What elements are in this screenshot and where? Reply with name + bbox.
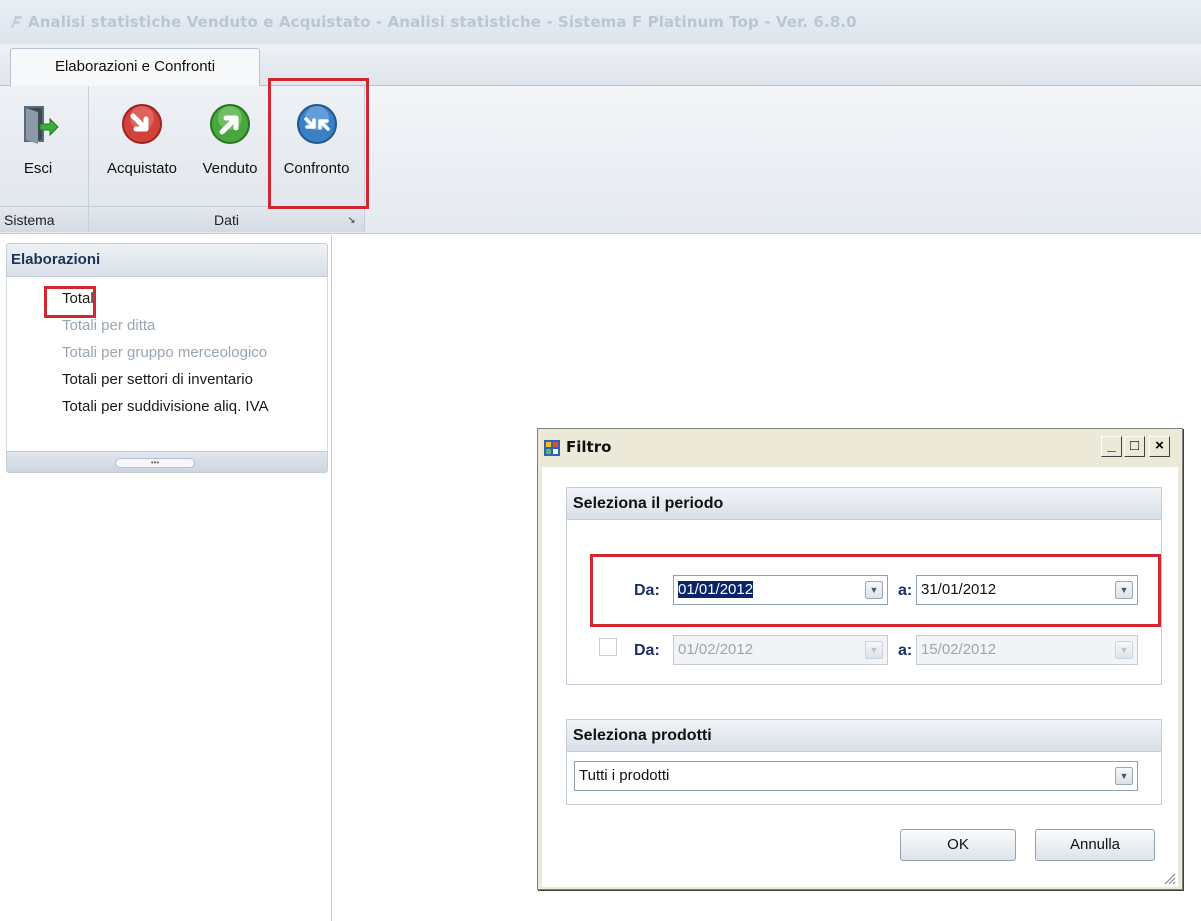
chevron-down-icon: ▼ [865, 641, 883, 659]
highlight-period-row [590, 554, 1161, 627]
venduto-button[interactable]: Venduto [192, 86, 268, 204]
second-period-checkbox[interactable] [599, 638, 617, 656]
chevron-down-icon: ▼ [1115, 641, 1133, 659]
to-date-2-value: 15/02/2012 [921, 641, 997, 658]
products-section-header: Seleziona prodotti [567, 720, 1161, 752]
panel-resize-grip[interactable]: ••• [115, 458, 195, 468]
filtro-dialog: Filtro _ □ × Seleziona il periodo Da: 01… [537, 428, 1183, 890]
from-label-2: Da: [634, 642, 660, 659]
exit-door-icon [24, 106, 59, 144]
ok-button[interactable]: OK [900, 829, 1016, 861]
annulla-button[interactable]: Annulla [1035, 829, 1155, 861]
title-bar: Analisi statistiche Venduto e Acquistato… [0, 0, 1201, 44]
form-window-icon [544, 440, 560, 456]
window-title: Analisi statistiche Venduto e Acquistato… [28, 13, 857, 31]
highlight-totali [44, 286, 96, 318]
ribbon: Esci Sistema Acquistato Venduto Confront… [0, 86, 1201, 234]
tab-elaborazioni-e-confronti[interactable]: Elaborazioni e Confronti [10, 48, 260, 86]
panel-footer: ••• [6, 451, 328, 473]
green-arrow-up-icon [210, 104, 250, 144]
dialog-title-bar: Filtro _ □ × [538, 429, 1182, 467]
group-label-dati: Dati [89, 206, 364, 232]
dialog-launcher-icon[interactable]: ↘ [345, 214, 358, 227]
period-section-header: Seleziona il periodo [567, 488, 1161, 520]
to-date-2-combo: 15/02/2012 ▼ [916, 635, 1138, 665]
from-date-2-combo: 01/02/2012 ▼ [673, 635, 888, 665]
ribbon-group-sistema: Esci Sistema [0, 86, 89, 232]
f-logo-icon [11, 16, 22, 28]
elaborazioni-panel: Elaborazioni Totali Totali per ditta Tot… [0, 235, 332, 921]
close-button[interactable]: × [1149, 436, 1170, 457]
dialog-title: Filtro [566, 438, 612, 456]
highlight-confronto [268, 78, 369, 209]
products-value: Tutti i prodotti [579, 767, 670, 784]
list-item-totali-per-suddivisione-aliq-iva[interactable]: Totali per suddivisione aliq. IVA [62, 398, 269, 415]
esci-button[interactable]: Esci [8, 86, 68, 204]
products-combo[interactable]: Tutti i prodotti ▼ [574, 761, 1138, 791]
ribbon-tab-strip: Elaborazioni e Confronti [0, 44, 1201, 86]
to-label-2: a: [898, 642, 913, 659]
esci-label: Esci [23, 160, 53, 177]
list-item-totali-per-ditta: Totali per ditta [62, 317, 156, 334]
from-date-2-value: 01/02/2012 [678, 641, 754, 658]
group-label-sistema: Sistema [0, 206, 88, 232]
list-item-totali-per-gruppo-merceologico: Totali per gruppo merceologico [62, 344, 268, 361]
chevron-down-icon[interactable]: ▼ [1115, 767, 1133, 785]
dialog-body: Seleziona il periodo Da: 01/01/2012 ▼ a:… [542, 467, 1178, 887]
list-item-totali-per-settori-di-inventario[interactable]: Totali per settori di inventario [62, 371, 253, 388]
resize-grip-icon[interactable] [1162, 871, 1176, 885]
maximize-button[interactable]: □ [1124, 436, 1145, 457]
venduto-label: Venduto [202, 160, 258, 177]
acquistato-button[interactable]: Acquistato [92, 86, 192, 204]
minimize-button[interactable]: _ [1101, 436, 1122, 457]
acquistato-label: Acquistato [106, 160, 178, 177]
red-arrow-down-icon [122, 104, 162, 144]
elaborazioni-header: Elaborazioni [6, 243, 328, 277]
